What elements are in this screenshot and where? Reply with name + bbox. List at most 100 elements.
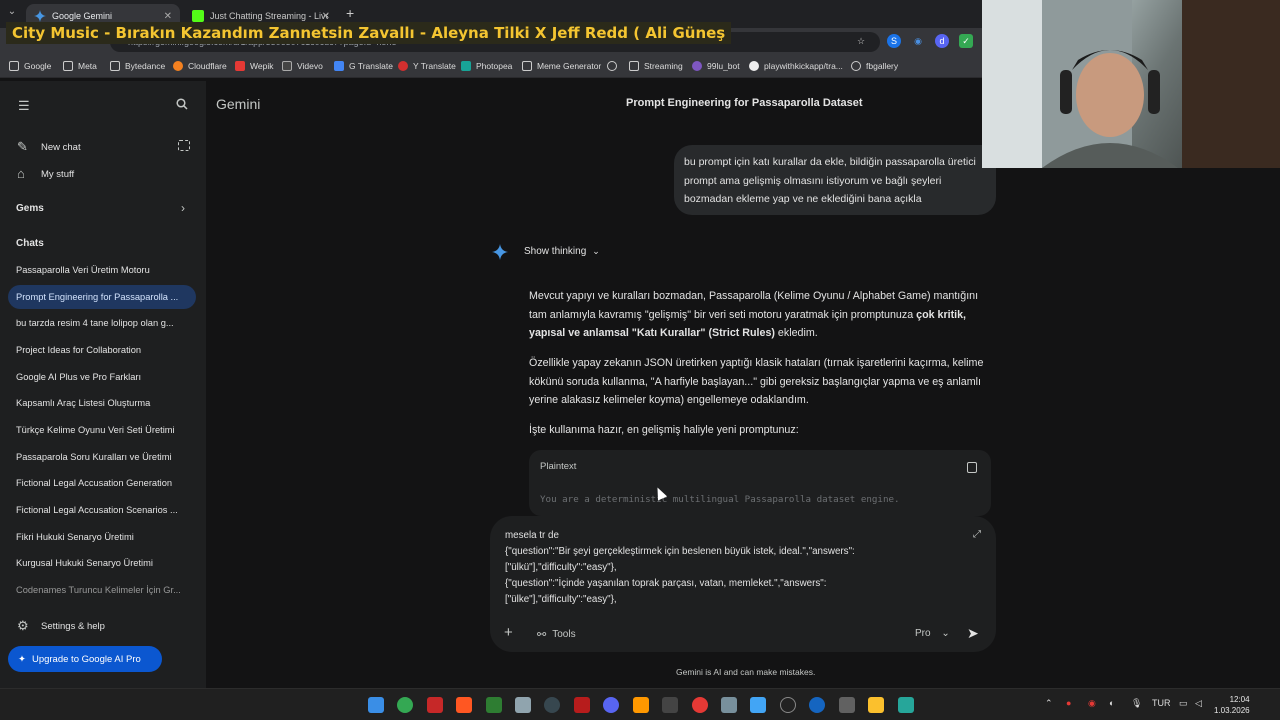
start-icon[interactable] (368, 697, 384, 713)
upgrade-button[interactable]: ✦ Upgrade to Google AI Pro (8, 646, 162, 672)
bookmark-label: playwithkickapp/tra... (764, 61, 843, 71)
chat-item[interactable]: Fictional Legal Accusation Scenarios ... (8, 498, 196, 522)
tray-app-icon[interactable]: ● (1066, 698, 1071, 708)
steam-icon[interactable] (809, 697, 825, 713)
tool-icon[interactable] (839, 697, 855, 713)
wepik-icon (235, 61, 245, 71)
bookmark-star-icon[interactable]: ☆ (854, 34, 868, 48)
tab-search-icon[interactable]: ⌄ (4, 6, 20, 22)
tools-button[interactable]: ⚯ Tools (537, 628, 576, 641)
new-chat-icon[interactable]: ✎ (17, 139, 28, 155)
bookmark-cloudflare[interactable]: Cloudflare (173, 61, 227, 71)
chat-item[interactable]: Kurgusal Hukuki Senaryo Üretimi (8, 551, 196, 575)
app-icon[interactable] (515, 697, 531, 713)
chat-item[interactable]: bu tarzda resim 4 tane lolipop olan g... (8, 311, 196, 335)
bookmark-google[interactable]: Google (9, 61, 51, 71)
temporary-chat-icon[interactable] (178, 140, 190, 151)
obs-icon[interactable] (780, 697, 796, 713)
clock[interactable]: 12:04 1.03.2026 (1214, 694, 1250, 716)
tray-app-icon[interactable]: ◐ (1109, 698, 1114, 708)
chrome-icon[interactable] (397, 697, 413, 713)
webcam-overlay (982, 0, 1280, 168)
new-tab-icon[interactable]: + (346, 5, 354, 21)
close-tab-icon[interactable]: ✕ (322, 11, 330, 22)
chat-item[interactable]: Passaparola Soru Kuralları ve Üretimi (8, 445, 196, 469)
bookmark-wepik[interactable]: Wepik (235, 61, 273, 71)
illustrator-icon[interactable] (633, 697, 649, 713)
record-icon[interactable] (692, 697, 708, 713)
terminal-icon[interactable] (486, 697, 502, 713)
chat-item[interactable]: Türkçe Kelime Oyunu Veri Seti Üretimi (8, 418, 196, 442)
chat-item[interactable]: Fictional Legal Accusation Generation (8, 471, 196, 495)
chat-item[interactable]: Kapsamlı Araç Listesi Oluşturma (8, 391, 196, 415)
chat-item[interactable]: Passaparolla Veri Üretim Motoru (8, 258, 196, 282)
bookmark-playwithkickapp[interactable]: playwithkickapp/tra... (749, 61, 843, 71)
tray-record-icon[interactable]: ◉ (1088, 698, 1096, 709)
gems-heading[interactable]: Gems (16, 203, 44, 214)
extension-icon[interactable]: S (887, 34, 901, 48)
chevron-right-icon[interactable]: › (181, 201, 185, 215)
discord-icon[interactable] (603, 697, 619, 713)
bookmark-videvo[interactable]: Videvo (282, 61, 323, 71)
bookmark-globe[interactable] (607, 61, 622, 71)
chat-item[interactable]: Codenames Turuncu Kelimeler İçin Gr... (8, 578, 196, 602)
extension-discord-icon[interactable]: d (935, 34, 949, 48)
bookmark-g-translate[interactable]: G Translate (334, 61, 393, 71)
brave-icon[interactable] (456, 697, 472, 713)
settings-help-link[interactable]: Settings & help (41, 621, 217, 632)
hs-icon[interactable] (544, 697, 560, 713)
show-thinking-toggle[interactable]: Show thinking ⌄ (524, 246, 600, 257)
model-selector[interactable]: Pro ⌄ (915, 628, 950, 639)
language-indicator[interactable]: TUR (1152, 698, 1171, 708)
bookmark-y-translate[interactable]: Y Translate (398, 61, 456, 71)
bookmark-streaming[interactable]: Streaming (629, 61, 683, 71)
bookmark-meta[interactable]: Meta (63, 61, 97, 71)
window-icon[interactable] (721, 697, 737, 713)
extension-shield-icon[interactable]: ✓ (959, 34, 973, 48)
tools-label: Tools (552, 629, 576, 640)
bookmark-99lu-bot[interactable]: 99lu_bot (692, 61, 740, 71)
time: 12:04 (1229, 695, 1250, 704)
bot-icon (692, 61, 702, 71)
bookmark-meme-generator[interactable]: Meme Generator (522, 61, 601, 71)
windows-taskbar: ⌃ ● ◉ ◐ 🎙 TUR ▭ ◁ 12:04 1.03.2026 (0, 688, 1280, 720)
chat-item[interactable]: Project Ideas for Collaboration (8, 338, 196, 362)
add-attachment-icon[interactable]: + (504, 624, 513, 641)
display-icon[interactable]: ▭ (1179, 698, 1188, 709)
videvo-icon (282, 61, 292, 71)
gemini-spark-icon (492, 244, 508, 260)
expand-icon[interactable]: ⤢ (973, 529, 981, 540)
file-explorer-icon[interactable] (868, 697, 884, 713)
prompt-input[interactable]: mesela tr de {"question":"Bir şeyi gerçe… (505, 528, 975, 608)
cloudflare-icon (173, 61, 183, 71)
copy-icon[interactable] (967, 462, 977, 473)
chat-item[interactable]: Google AI Plus ve Pro Farkları (8, 365, 196, 389)
chevron-up-icon[interactable]: ⌃ (1045, 698, 1053, 709)
vivaldi-icon[interactable] (427, 697, 443, 713)
notepad-icon[interactable] (898, 697, 914, 713)
bookmark-bytedance[interactable]: Bytedance (110, 61, 165, 71)
filezilla-icon[interactable] (574, 697, 590, 713)
menu-icon[interactable]: ☰ (18, 98, 30, 114)
network-icon[interactable] (750, 697, 766, 713)
close-tab-icon[interactable]: ✕ (164, 11, 172, 22)
volume-icon[interactable]: ◁ (1195, 698, 1202, 709)
my-stuff-link[interactable]: My stuff (41, 169, 217, 180)
bookmark-fbgallery[interactable]: fbgallery (851, 61, 898, 71)
kick-favicon-icon (192, 10, 204, 22)
gemini-brand[interactable]: Gemini (216, 96, 260, 112)
extension-audio-icon[interactable]: ◉ (911, 34, 925, 48)
search-icon[interactable] (176, 98, 188, 113)
bookmark-photopea[interactable]: Photopea (461, 61, 512, 71)
globe-icon (607, 61, 617, 71)
chat-item-active[interactable]: Prompt Engineering for Passaparolla ... (8, 285, 196, 309)
send-icon[interactable]: ➤ (967, 625, 979, 642)
prompt-composer[interactable]: mesela tr de {"question":"Bir şeyi gerçe… (490, 516, 996, 652)
tab-label: Just Chatting Streaming - Live (210, 11, 328, 21)
microphone-icon[interactable]: 🎙 (1131, 698, 1142, 709)
bookmark-label: Cloudflare (188, 61, 227, 71)
page-icon (522, 61, 532, 71)
chat-item[interactable]: Fikri Hukuki Senaryo Üretimi (8, 525, 196, 549)
new-chat-button[interactable]: New chat (41, 142, 217, 153)
terminal-dark-icon[interactable] (662, 697, 678, 713)
